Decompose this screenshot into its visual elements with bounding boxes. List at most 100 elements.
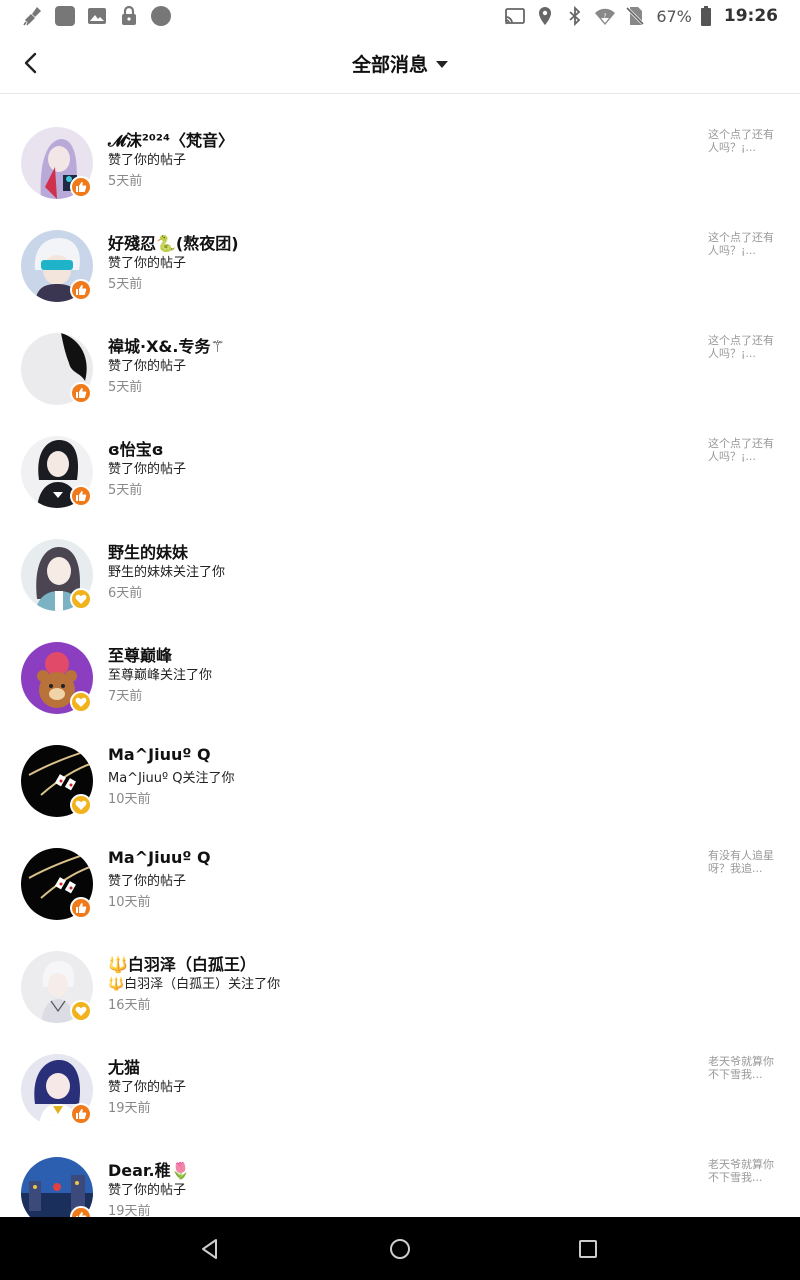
user-name[interactable]: Ma^Jiuuº Q [108,848,211,867]
page-title: 全部消息 [351,53,428,76]
heart-icon [75,1006,87,1016]
avatar[interactable] [21,745,93,817]
avatar[interactable] [21,1157,93,1217]
post-preview[interactable]: 这个点了还有人吗？¡... [708,128,784,154]
like-badge [70,1103,92,1125]
notification-item[interactable]: 好殘忍🐍(熬夜团) 赞了你的帖子 5天前 这个点了还有人吗？¡... [0,230,800,333]
status-bar-left [22,5,172,27]
nav-home-button[interactable] [384,1233,416,1265]
avatar[interactable] [21,848,93,920]
svg-text:?: ? [604,13,607,20]
timestamp: 19天前 [108,1101,151,1116]
post-preview[interactable]: 老天爷就算你不下雪我... [708,1055,784,1081]
heart-icon [75,800,87,810]
like-badge [70,382,92,404]
notification-item[interactable]: Ma^Jiuuº Q 赞了你的帖子 10天前 有没有人追星呀？我追... [0,848,800,951]
avatar[interactable] [21,127,93,199]
thumbs-up-icon [76,1109,87,1119]
timestamp: 5天前 [108,380,143,395]
notification-item[interactable]: 野生的妹妹 野生的妹妹关注了你 6天前 [0,539,800,642]
user-name[interactable]: 尢猫 [108,1054,140,1078]
timestamp: 5天前 [108,483,143,498]
wifi-icon: ? [594,5,616,27]
thumbs-up-icon [76,491,87,501]
follow-badge [70,1000,92,1022]
avatar[interactable] [21,539,93,611]
notification-item[interactable]: 尢猫 赞了你的帖子 19天前 老天爷就算你不下雪我... [0,1054,800,1157]
notification-text: 野生的妹妹关注了你 [108,565,226,580]
thumbs-up-icon [76,182,87,192]
follow-badge [70,691,92,713]
notification-text: 赞了你的帖子 [108,462,187,477]
like-badge [70,176,92,198]
notification-item[interactable]: 𝓜沫²⁰²⁴〈梵音〉 赞了你的帖子 5天前 这个点了还有人吗？¡... [0,127,800,230]
notification-text: 赞了你的帖子 [108,1080,187,1095]
avatar[interactable] [21,230,93,302]
timestamp: 5天前 [108,174,143,189]
thumbs-up-icon [76,903,87,913]
battery-percent: 67% [656,6,692,26]
timestamp: 19天前 [108,1204,151,1217]
circle-icon [150,5,172,27]
heart-icon [75,594,87,604]
caret-down-icon [436,60,448,68]
timestamp: 7天前 [108,689,143,704]
timestamp: 6天前 [108,586,143,601]
notification-text: 至尊巅峰关注了你 [108,668,213,683]
message-filter-dropdown[interactable]: 全部消息 [0,32,800,94]
bluetooth-icon [564,5,586,27]
notification-text: 赞了你的帖子 [108,874,187,889]
user-name[interactable]: Dear.稚🌷 [108,1157,191,1181]
notification-item[interactable]: 🔱白羽泽（白孤王） 🔱白羽泽（白孤王）关注了你 16天前 [0,951,800,1054]
notification-text: 🔱白羽泽（白孤王）关注了你 [108,977,281,992]
notification-item[interactable]: ɞ怡宝ɞ 赞了你的帖子 5天前 这个点了还有人吗？¡... [0,436,800,539]
avatar[interactable] [21,436,93,508]
user-name[interactable]: 禕城·X&.专务⚚ [108,333,225,357]
heart-icon [75,697,87,707]
user-name[interactable]: 𝓜沫²⁰²⁴〈梵音〉 [108,127,234,151]
notification-text: 赞了你的帖子 [108,256,187,271]
post-preview[interactable]: 老天爷就算你不下雪我... [708,1158,784,1184]
user-name[interactable]: 至尊巅峰 [108,642,172,666]
user-name[interactable]: 🔱白羽泽（白孤王） [108,951,256,975]
thumbs-up-icon [76,388,87,398]
user-name[interactable]: Ma^Jiuuº Q [108,745,211,764]
like-badge [70,897,92,919]
nav-back-button[interactable] [194,1233,226,1265]
avatar[interactable] [21,642,93,714]
post-preview[interactable]: 这个点了还有人吗？¡... [708,231,784,257]
lock-icon [118,5,140,27]
nav-recents-button[interactable] [572,1233,604,1265]
nav-home-icon [390,1239,410,1259]
system-nav-bar [0,1217,800,1280]
notification-item[interactable]: 禕城·X&.专务⚚ 赞了你的帖子 5天前 这个点了还有人吗？¡... [0,333,800,436]
user-name[interactable]: ɞ怡宝ɞ [108,436,163,460]
nav-back-icon [202,1239,217,1259]
post-preview[interactable]: 这个点了还有人吗？¡... [708,334,784,360]
thumbs-up-icon [76,285,87,295]
notification-text: 赞了你的帖子 [108,153,187,168]
no-sim-icon [624,5,646,27]
broom-icon [22,5,44,27]
post-preview[interactable]: 有没有人追星呀？我追... [708,849,784,875]
timestamp: 10天前 [108,792,151,807]
status-bar-right: ? 67% 19:26 [504,5,778,27]
clock: 19:26 [723,6,778,26]
notification-item[interactable]: Ma^Jiuuº Q Ma^Jiuuº Q关注了你 10天前 [0,745,800,848]
notification-list[interactable]: 𝓜沫²⁰²⁴〈梵音〉 赞了你的帖子 5天前 这个点了还有人吗？¡... 好殘忍🐍… [0,95,800,1217]
battery-icon [700,5,712,27]
avatar[interactable] [21,951,93,1023]
notification-text: 赞了你的帖子 [108,1183,187,1198]
timestamp: 16天前 [108,998,151,1013]
notification-item[interactable]: 至尊巅峰 至尊巅峰关注了你 7天前 [0,642,800,745]
notification-text: Ma^Jiuuº Q关注了你 [108,771,235,786]
user-name[interactable]: 好殘忍🐍(熬夜团) [108,230,239,254]
location-icon [534,5,556,27]
user-name[interactable]: 野生的妹妹 [108,539,188,563]
avatar[interactable] [21,333,93,405]
notification-item[interactable]: Dear.稚🌷 赞了你的帖子 19天前 老天爷就算你不下雪我... [0,1157,800,1217]
nav-recents-icon [579,1240,597,1258]
avatar[interactable] [21,1054,93,1126]
post-preview[interactable]: 这个点了还有人吗？¡... [708,437,784,463]
image-icon [86,5,108,27]
